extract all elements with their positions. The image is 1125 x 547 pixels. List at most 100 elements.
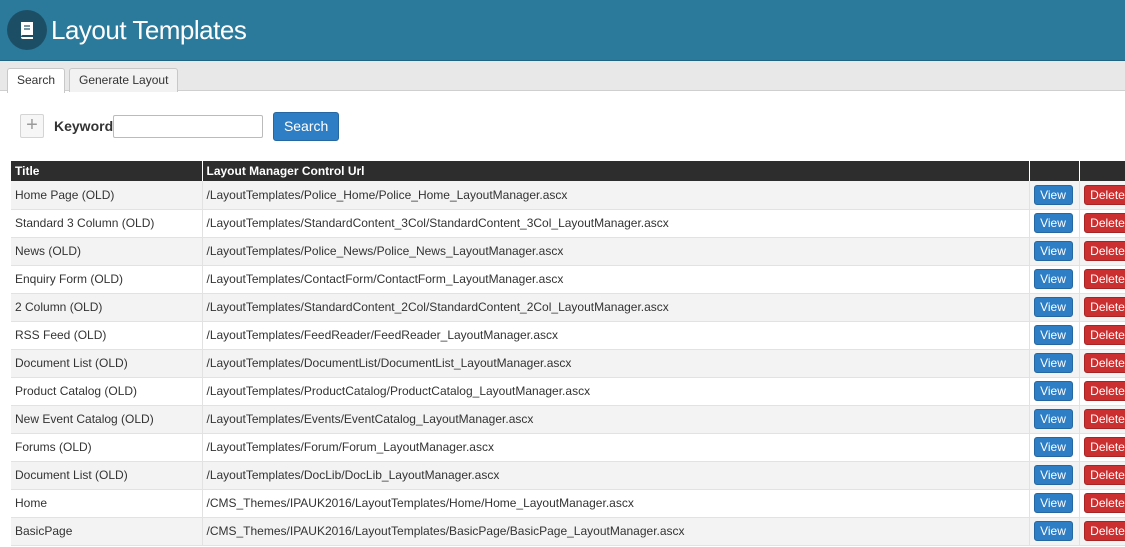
delete-button[interactable]: Delete xyxy=(1083,297,1125,317)
delete-cell: Delete xyxy=(1079,461,1125,490)
delete-cell: Delete xyxy=(1079,209,1125,238)
row-title: Home xyxy=(11,489,203,518)
delete-cell: Delete xyxy=(1079,181,1125,210)
tab-generate-layout[interactable]: Generate Layout xyxy=(69,68,179,92)
row-title: Standard 3 Column (OLD) xyxy=(11,209,203,238)
table-row: RSS Feed (OLD)/LayoutTemplates/FeedReade… xyxy=(11,321,1125,350)
table-row: Home Page (OLD)/LayoutTemplates/Police_H… xyxy=(11,181,1125,210)
row-url: /LayoutTemplates/Police_News/Police_News… xyxy=(202,237,1030,266)
view-button[interactable]: View xyxy=(1033,353,1073,373)
column-header-title[interactable]: Title xyxy=(11,161,203,181)
app-header: Layout Templates xyxy=(0,0,1125,61)
row-url: /LayoutTemplates/DocumentList/DocumentLi… xyxy=(202,349,1030,378)
keyword-input[interactable] xyxy=(113,114,264,138)
table-row: Standard 3 Column (OLD)/LayoutTemplates/… xyxy=(11,209,1125,238)
row-url: /LayoutTemplates/ProductCatalog/ProductC… xyxy=(202,377,1030,406)
row-url: /LayoutTemplates/StandardContent_2Col/St… xyxy=(202,293,1030,322)
table-row: New Event Catalog (OLD)/LayoutTemplates/… xyxy=(11,405,1125,434)
row-url: /CMS_Themes/IPAUK2016/LayoutTemplates/Ho… xyxy=(202,489,1030,518)
view-button[interactable]: View xyxy=(1033,381,1073,401)
column-header-view xyxy=(1029,161,1080,181)
delete-button[interactable]: Delete xyxy=(1083,241,1125,261)
view-cell: View xyxy=(1029,293,1080,322)
row-title: New Event Catalog (OLD) xyxy=(11,405,203,434)
delete-cell: Delete xyxy=(1079,489,1125,518)
view-button[interactable]: View xyxy=(1033,493,1073,513)
table-row: Product Catalog (OLD)/LayoutTemplates/Pr… xyxy=(11,377,1125,406)
row-url: /CMS_Themes/IPAUK2016/LayoutTemplates/Ba… xyxy=(202,517,1030,546)
delete-button[interactable]: Delete xyxy=(1083,353,1125,373)
view-button[interactable]: View xyxy=(1033,521,1073,541)
table-row: Document List (OLD)/LayoutTemplates/DocL… xyxy=(11,461,1125,490)
view-cell: View xyxy=(1029,321,1080,350)
view-button[interactable]: View xyxy=(1033,325,1073,345)
view-cell: View xyxy=(1029,377,1080,406)
view-button[interactable]: View xyxy=(1033,241,1073,261)
expand-filters-button[interactable]: + xyxy=(20,114,44,138)
table-row: Enquiry Form (OLD)/LayoutTemplates/Conta… xyxy=(11,265,1125,294)
view-cell: View xyxy=(1029,405,1080,434)
delete-button[interactable]: Delete xyxy=(1083,437,1125,457)
view-cell: View xyxy=(1029,461,1080,490)
delete-button[interactable]: Delete xyxy=(1083,213,1125,233)
column-header-delete xyxy=(1079,161,1125,181)
row-title: Document List (OLD) xyxy=(11,349,203,378)
row-title: Forums (OLD) xyxy=(11,433,203,462)
view-button[interactable]: View xyxy=(1033,465,1073,485)
table-row: BasicPage/CMS_Themes/IPAUK2016/LayoutTem… xyxy=(11,517,1125,546)
delete-cell: Delete xyxy=(1079,517,1125,546)
row-title: 2 Column (OLD) xyxy=(11,293,203,322)
column-header-url[interactable]: Layout Manager Control Url xyxy=(202,161,1030,181)
row-title: Home Page (OLD) xyxy=(11,181,203,210)
delete-button[interactable]: Delete xyxy=(1083,493,1125,513)
row-title: News (OLD) xyxy=(11,237,203,266)
book-icon xyxy=(7,10,47,50)
row-url: /LayoutTemplates/ContactForm/ContactForm… xyxy=(202,265,1030,294)
row-url: /LayoutTemplates/Police_Home/Police_Home… xyxy=(202,181,1030,210)
view-cell: View xyxy=(1029,433,1080,462)
row-url: /LayoutTemplates/StandardContent_3Col/St… xyxy=(202,209,1030,238)
delete-button[interactable]: Delete xyxy=(1083,465,1125,485)
delete-button[interactable]: Delete xyxy=(1083,184,1125,205)
delete-button[interactable]: Delete xyxy=(1083,325,1125,345)
keyword-label: Keyword xyxy=(54,118,114,134)
tab-bar: Search Generate Layout xyxy=(0,61,1125,93)
layout-templates-table: Title Layout Manager Control Url Home Pa… xyxy=(11,161,1125,546)
view-cell: View xyxy=(1029,517,1080,546)
tab-search[interactable]: Search xyxy=(7,68,66,93)
row-title: Enquiry Form (OLD) xyxy=(11,265,203,294)
search-button[interactable]: Search xyxy=(273,111,340,141)
plus-icon: + xyxy=(26,114,38,136)
view-button[interactable]: View xyxy=(1033,297,1073,317)
delete-button[interactable]: Delete xyxy=(1083,381,1125,401)
delete-button[interactable]: Delete xyxy=(1083,409,1125,429)
view-button[interactable]: View xyxy=(1033,184,1073,205)
view-button[interactable]: View xyxy=(1033,409,1073,429)
delete-cell: Delete xyxy=(1079,349,1125,378)
table-row: Home/CMS_Themes/IPAUK2016/LayoutTemplate… xyxy=(11,489,1125,518)
row-url: /LayoutTemplates/FeedReader/FeedReader_L… xyxy=(202,321,1030,350)
view-cell: View xyxy=(1029,489,1080,518)
table-row: Forums (OLD)/LayoutTemplates/Forum/Forum… xyxy=(11,433,1125,462)
delete-cell: Delete xyxy=(1079,433,1125,462)
row-url: /LayoutTemplates/DocLib/DocLib_LayoutMan… xyxy=(202,461,1030,490)
view-cell: View xyxy=(1029,265,1080,294)
view-cell: View xyxy=(1029,209,1080,238)
view-button[interactable]: View xyxy=(1033,269,1073,289)
delete-cell: Delete xyxy=(1079,321,1125,350)
table-header-row: Title Layout Manager Control Url xyxy=(11,161,1125,181)
view-button[interactable]: View xyxy=(1033,437,1073,457)
view-button[interactable]: View xyxy=(1033,213,1073,233)
row-title: BasicPage xyxy=(11,517,203,546)
view-cell: View xyxy=(1029,237,1080,266)
delete-cell: Delete xyxy=(1079,377,1125,406)
table-row: News (OLD)/LayoutTemplates/Police_News/P… xyxy=(11,237,1125,266)
delete-button[interactable]: Delete xyxy=(1083,521,1125,541)
delete-cell: Delete xyxy=(1079,265,1125,294)
table-row: 2 Column (OLD)/LayoutTemplates/StandardC… xyxy=(11,293,1125,322)
row-title: RSS Feed (OLD) xyxy=(11,321,203,350)
delete-button[interactable]: Delete xyxy=(1083,269,1125,289)
table-row: Document List (OLD)/LayoutTemplates/Docu… xyxy=(11,349,1125,378)
search-bar: + Keyword Search xyxy=(20,111,340,141)
view-cell: View xyxy=(1029,349,1080,378)
